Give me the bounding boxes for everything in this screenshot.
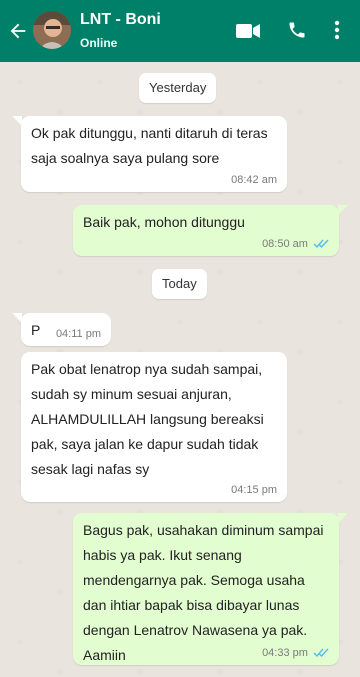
contact-name[interactable]: LNT - Boni [80,11,161,29]
video-call-icon[interactable] [236,23,260,39]
message-text: Pak obat lenatrop nya sudah sampai, suda… [31,361,264,477]
avatar[interactable] [33,11,71,49]
message-bubble-incoming[interactable]: Ok pak ditunggu, nanti ditaruh di teras … [21,116,287,192]
message-bubble-incoming[interactable]: Pak obat lenatrop nya sudah sampai, suda… [21,352,287,502]
message-time: 04:15 pm [231,484,277,496]
message-bubble-outgoing[interactable]: Bagus pak, usahakan diminum sampai habis… [73,513,339,665]
message-time-row: 08:50 am [262,238,329,250]
more-vertical-icon[interactable] [334,20,340,40]
message-bubble-outgoing[interactable]: Baik pak, mohon ditunggu 08:50 am [73,205,339,256]
chat-area[interactable]: Yesterday Ok pak ditunggu, nanti ditaruh… [0,62,360,677]
message-time-row: 04:33 pm [262,647,329,659]
message-time: 04:11 pm [55,328,101,340]
message-time: 04:33 pm [262,647,308,659]
contact-status: Online [80,36,118,50]
chat-header: LNT - Boni Online [0,0,360,62]
message-time: 08:50 am [262,238,308,250]
message-text: Baik pak, mohon ditunggu [83,214,245,230]
read-ticks-icon [313,239,329,249]
bubble-tail [338,205,348,215]
message-text: Bagus pak, usahakan diminum sampai habis… [83,522,324,663]
date-divider-yesterday: Yesterday [139,73,217,103]
message-bubble-incoming[interactable]: P 04:11 pm [21,313,111,346]
message-time: 08:42 am [231,174,277,186]
back-arrow-icon[interactable] [7,19,29,43]
message-text: Ok pak ditunggu, nanti ditaruh di teras … [31,125,268,166]
phone-icon[interactable] [287,20,307,40]
bubble-tail [338,513,348,523]
date-divider-today: Today [152,269,207,299]
read-ticks-icon [313,648,329,658]
